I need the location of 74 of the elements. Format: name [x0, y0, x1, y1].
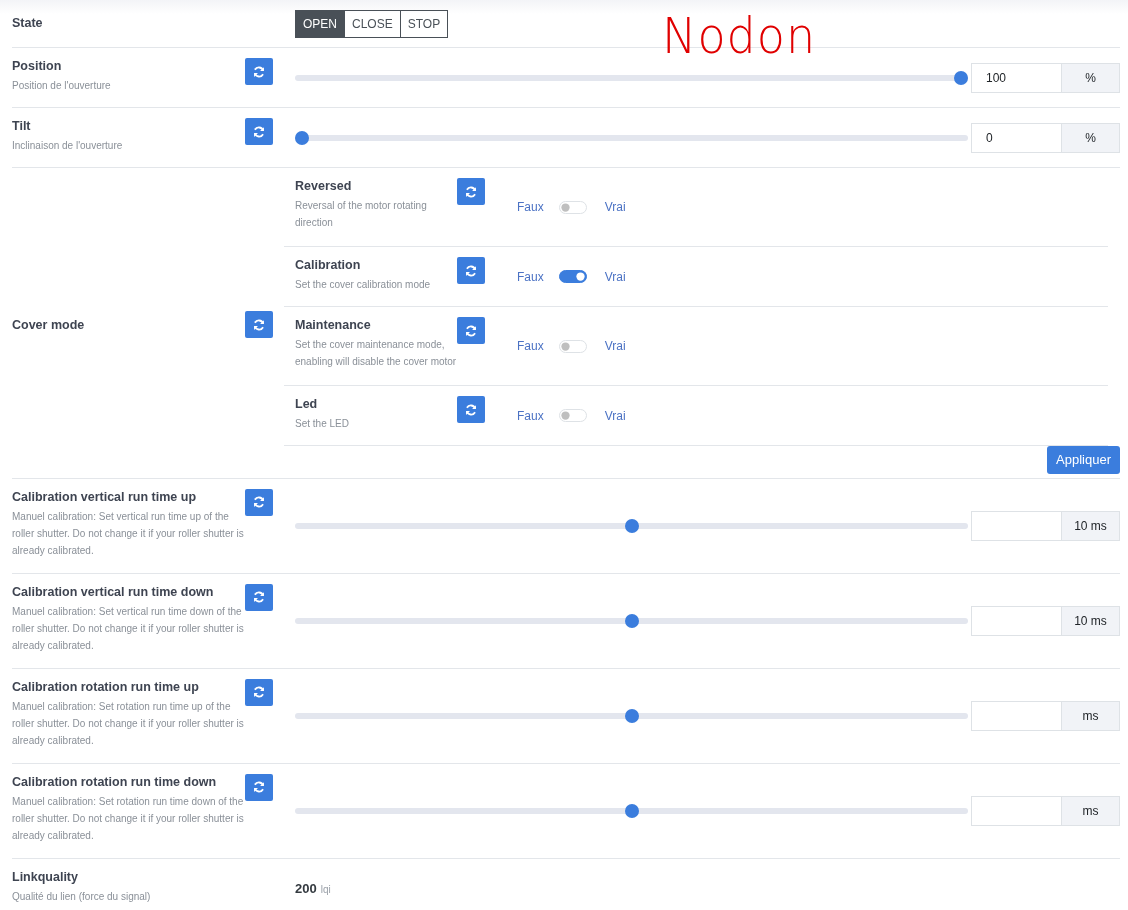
true-label: Vrai — [604, 407, 626, 425]
number-field[interactable] — [971, 700, 1062, 731]
refresh-icon — [253, 318, 265, 331]
field-description: Manuel calibration: Set vertical run time up of the roller shutter. Do not change it if your roller shutter is already calibrated. — [12, 509, 245, 558]
unit-label: % — [1061, 122, 1120, 153]
number-field[interactable] — [971, 510, 1062, 541]
field-label: Linkquality — [12, 868, 79, 885]
refresh-icon — [253, 125, 265, 138]
unit-label: 10 ms — [1061, 605, 1120, 636]
unit-label: % — [1061, 62, 1120, 93]
field-label: Maintenance — [295, 317, 372, 334]
unit-label: ms — [1061, 795, 1120, 826]
refresh-button[interactable] — [245, 58, 273, 85]
unit-label: lqi — [320, 882, 331, 897]
number-field[interactable] — [971, 795, 1062, 826]
field-label: Position — [12, 58, 63, 75]
toggle-switch[interactable] — [558, 270, 587, 283]
field-label: State — [12, 15, 43, 32]
field-description: Inclinaison de l'ouverture — [12, 139, 123, 154]
false-label: Faux — [517, 338, 544, 355]
unit-label: ms — [1061, 700, 1120, 731]
field-description: Set the cover calibration mode — [295, 278, 432, 293]
refresh-button[interactable] — [457, 396, 485, 423]
refresh-icon — [465, 324, 477, 337]
field-label: Led — [295, 396, 319, 413]
state-button[interactable]: STOP — [399, 9, 449, 38]
false-label: Faux — [517, 268, 544, 286]
refresh-icon — [465, 264, 477, 277]
apply-button[interactable]: Appliquer — [1047, 446, 1120, 474]
field-label: Calibration rotation run time up — [12, 678, 200, 695]
false-label: Faux — [517, 199, 544, 216]
field-description: Manuel calibration: Set rotation run time down of the roller shutter. Do not change it if your roller shutter is already calibrated. — [12, 794, 245, 843]
number-field[interactable]: 0 — [971, 122, 1062, 153]
refresh-button[interactable] — [245, 311, 273, 339]
field-description: Position de l'ouverture — [12, 79, 111, 94]
refresh-icon — [465, 403, 477, 416]
unit-label: 10 ms — [1061, 510, 1120, 541]
field-description: Manuel calibration: Set vertical run time down of the roller shutter. Do not change it if your roller shutter is already calibrated. — [12, 604, 245, 653]
refresh-icon — [253, 781, 265, 793]
state-button[interactable]: OPEN — [295, 9, 345, 38]
refresh-button[interactable] — [245, 488, 273, 516]
refresh-icon — [253, 591, 265, 603]
refresh-icon — [253, 65, 265, 78]
field-description: Manuel calibration: Set rotation run time up of the roller shutter. Do not change it if your roller shutter is already calibrated. — [12, 699, 245, 748]
refresh-icon — [465, 185, 477, 198]
field-description: Qualité du lien (force du signal) — [12, 889, 151, 904]
true-label: Vrai — [604, 199, 626, 216]
number-field[interactable] — [971, 605, 1062, 636]
field-label: Calibration — [295, 257, 362, 274]
true-label: Vrai — [604, 338, 626, 355]
false-label: Faux — [517, 407, 544, 425]
refresh-icon — [253, 496, 265, 508]
field-label: Cover mode — [12, 316, 85, 333]
field-label: Reversed — [295, 178, 353, 195]
field-label: Calibration rotation run time down — [12, 773, 218, 790]
field-description: Reversal of the motor rotating direction — [295, 199, 428, 231]
refresh-button[interactable] — [457, 317, 485, 344]
field-description: Set the cover maintenance mode, enabling will disable the cover motor — [295, 338, 457, 370]
readout-value: 200 — [295, 879, 317, 898]
true-label: Vrai — [604, 268, 626, 286]
field-label: Calibration vertical run time up — [12, 488, 198, 505]
refresh-button[interactable] — [245, 678, 273, 706]
refresh-button[interactable] — [457, 257, 485, 284]
refresh-button[interactable] — [457, 178, 485, 205]
number-field[interactable]: 100 — [971, 62, 1062, 93]
refresh-icon — [253, 686, 265, 698]
refresh-button[interactable] — [245, 583, 273, 611]
handwritten-annotation: Nodon — [662, 9, 817, 61]
field-description: Set the LED — [295, 417, 350, 432]
refresh-button[interactable] — [245, 773, 273, 801]
state-button[interactable]: CLOSE — [344, 9, 401, 38]
refresh-button[interactable] — [245, 118, 273, 145]
field-label: Tilt — [12, 118, 32, 135]
field-label: Calibration vertical run time down — [12, 583, 215, 600]
